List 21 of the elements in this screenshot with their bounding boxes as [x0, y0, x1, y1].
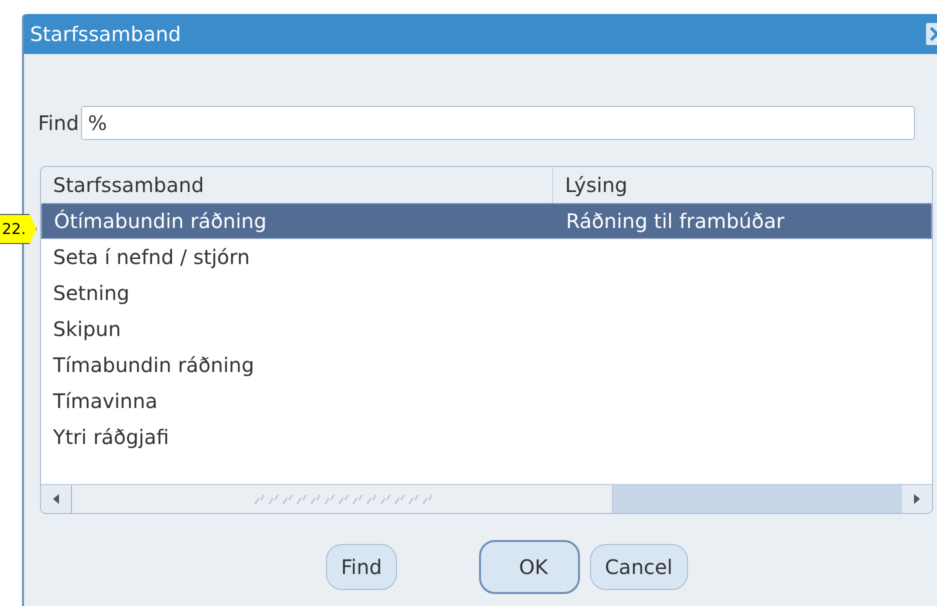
table-cell[interactable]: Seta í nefnd / stjórn: [41, 245, 553, 269]
scroll-left-icon[interactable]: [41, 485, 71, 513]
table-cell[interactable]: Setning: [41, 281, 553, 305]
table-cell-text: Ráðning til frambúðar: [565, 209, 786, 233]
cancel-button[interactable]: Cancel: [590, 544, 688, 590]
table-cell-text: Ótímabundin ráðning: [53, 209, 268, 233]
table-cell[interactable]: Ytri ráðgjafi: [41, 425, 553, 449]
horizontal-scrollbar[interactable]: [41, 484, 932, 513]
find-button[interactable]: Find: [326, 544, 397, 590]
ok-button[interactable]: OK: [478, 540, 580, 594]
column-header[interactable]: Lýsing: [553, 167, 932, 203]
window-title: Starfssamband: [30, 22, 181, 46]
find-field[interactable]: %: [80, 106, 915, 140]
scroll-right-icon[interactable]: [902, 485, 932, 513]
find-label: Find: [38, 111, 79, 135]
selected-row[interactable]: Ótímabundin ráðning Ráðning til frambúðar: [41, 203, 932, 239]
table-cell[interactable]: Tímabundin ráðning: [41, 353, 553, 377]
table-cell[interactable]: Tímavinna: [41, 389, 553, 413]
table-cell[interactable]: Skipun: [41, 317, 553, 341]
grip-icon: [252, 492, 432, 506]
callout-badge: 22.: [0, 214, 37, 244]
